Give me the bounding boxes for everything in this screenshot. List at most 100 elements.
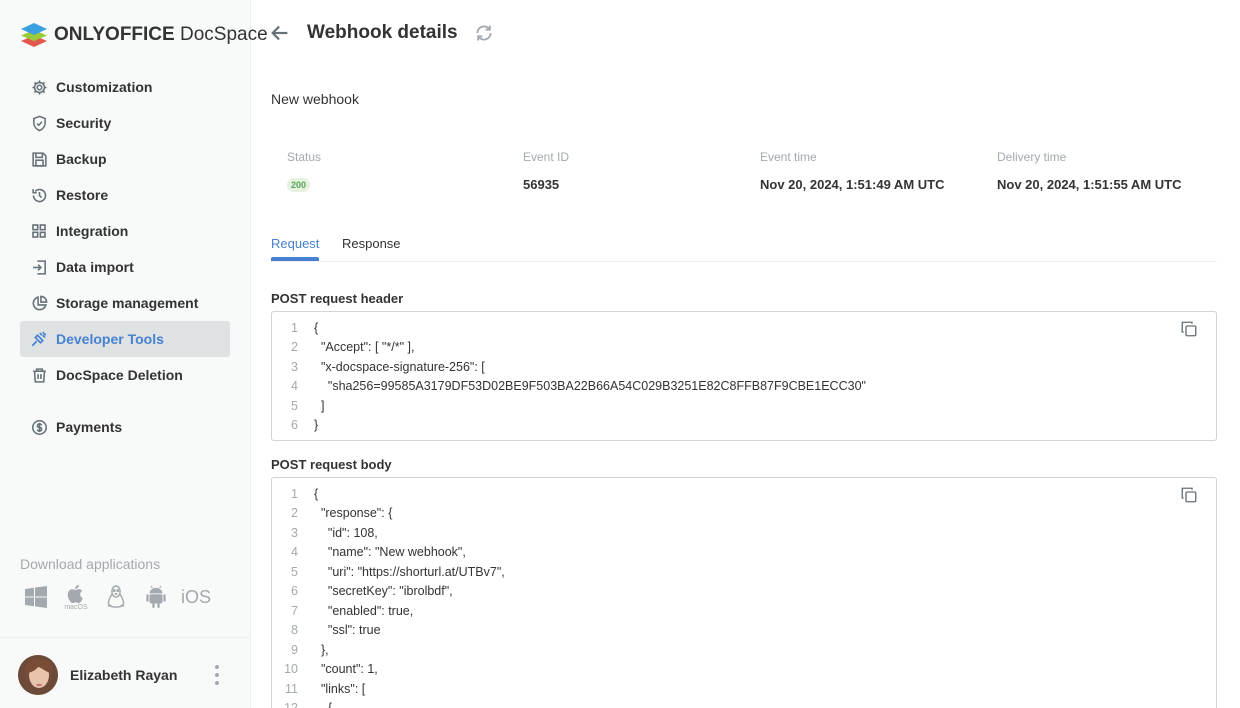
sidebar-item-label: Developer Tools bbox=[56, 331, 164, 347]
profile-name: Elizabeth Rayan bbox=[70, 667, 178, 683]
code-line: 1{ bbox=[272, 318, 1216, 338]
line-content: "uri": "https://shorturl.at/UTBv7", bbox=[314, 564, 505, 579]
line-number: 6 bbox=[291, 418, 298, 433]
code-line: 8 "ssl": true bbox=[272, 621, 1216, 641]
event-time-value: Nov 20, 2024, 1:51:49 AM UTC bbox=[760, 177, 945, 192]
line-number: 5 bbox=[291, 564, 298, 579]
code-line: 5 "uri": "https://shorturl.at/UTBv7", bbox=[272, 562, 1216, 582]
line-content: { bbox=[314, 320, 319, 335]
sidebar-item-label: Storage management bbox=[56, 295, 199, 311]
code-line: 2 "Accept": [ "*/*" ], bbox=[272, 338, 1216, 358]
copy-icon[interactable] bbox=[1180, 486, 1198, 504]
status-column: Status 200 bbox=[287, 150, 321, 193]
sidebar-nav: Customization Security Backup Restore In… bbox=[20, 69, 230, 445]
restore-icon bbox=[30, 186, 48, 204]
sidebar-item-label: Payments bbox=[56, 419, 123, 435]
brand-name: ONLYOFFICE DocSpace bbox=[54, 24, 268, 45]
event-id-value: 56935 bbox=[523, 177, 560, 192]
download-apps-title: Download applications bbox=[20, 556, 161, 572]
line-number: 2 bbox=[291, 506, 298, 521]
line-content: "Accept": [ "*/*" ], bbox=[314, 340, 415, 355]
shield-icon bbox=[30, 114, 48, 132]
event-id-label: Event ID bbox=[523, 150, 570, 164]
logo[interactable]: ONLYOFFICE DocSpace bbox=[20, 22, 268, 48]
developer-tools-icon bbox=[30, 330, 48, 348]
delivery-time-column: Delivery time Nov 20, 2024, 1:51:55 AM U… bbox=[997, 150, 1181, 192]
line-number: 5 bbox=[291, 398, 298, 413]
ios-icon[interactable]: iOS bbox=[181, 582, 212, 612]
main-content: Webhook details New webhook Status 200 E… bbox=[251, 0, 1240, 708]
tab-request[interactable]: Request bbox=[271, 236, 320, 261]
code-line: 6 "secretKey": "ibrolbdf", bbox=[272, 582, 1216, 602]
sidebar-item-integration[interactable]: Integration bbox=[20, 213, 230, 249]
request-body-title: POST request body bbox=[271, 457, 392, 472]
line-content: "enabled": true, bbox=[314, 603, 414, 618]
avatar[interactable] bbox=[18, 655, 58, 695]
line-number: 3 bbox=[291, 525, 298, 540]
line-content: "sha256=99585A3179DF53D02BE9F503BA22B66A… bbox=[314, 379, 866, 394]
code-line: 11 "links": [ bbox=[272, 679, 1216, 699]
event-id-column: Event ID 56935 bbox=[523, 150, 569, 192]
line-content: "x-docspace-signature-256": [ bbox=[314, 359, 485, 374]
more-options-icon[interactable] bbox=[210, 665, 224, 685]
line-number: 3 bbox=[291, 359, 298, 374]
line-content: "links": [ bbox=[314, 681, 366, 696]
line-content: }, bbox=[314, 642, 329, 657]
line-number: 1 bbox=[291, 486, 298, 501]
code-line: 3 "x-docspace-signature-256": [ bbox=[272, 357, 1216, 377]
delivery-time-value: Nov 20, 2024, 1:51:55 AM UTC bbox=[997, 177, 1182, 192]
status-badge: 200 bbox=[287, 178, 311, 192]
sidebar-item-label: Security bbox=[56, 115, 112, 131]
download-apps: macOS iOS bbox=[22, 582, 222, 612]
linux-icon[interactable] bbox=[102, 582, 130, 612]
line-number: 4 bbox=[291, 545, 298, 560]
line-content: "response": { bbox=[314, 506, 393, 521]
sidebar-item-payments[interactable]: Payments bbox=[20, 409, 230, 445]
sidebar-item-backup[interactable]: Backup bbox=[20, 141, 230, 177]
page-header: Webhook details bbox=[269, 22, 494, 44]
webhook-name: New webhook bbox=[271, 91, 359, 107]
code-line: 7 "enabled": true, bbox=[272, 601, 1216, 621]
line-number: 12 bbox=[272, 701, 298, 708]
sidebar-item-restore[interactable]: Restore bbox=[20, 177, 230, 213]
request-header-title: POST request header bbox=[271, 291, 404, 306]
copy-icon[interactable] bbox=[1180, 320, 1198, 338]
line-content: "ssl": true bbox=[314, 623, 381, 638]
sidebar-item-security[interactable]: Security bbox=[20, 105, 230, 141]
android-icon[interactable] bbox=[142, 582, 170, 612]
sidebar-item-label: Restore bbox=[56, 187, 109, 203]
sidebar-item-docspace-deletion[interactable]: DocSpace Deletion bbox=[20, 357, 230, 393]
pie-chart-icon bbox=[30, 294, 48, 312]
sidebar-item-developer-tools[interactable]: Developer Tools bbox=[20, 321, 230, 357]
line-number: 8 bbox=[291, 623, 298, 638]
line-content: { bbox=[314, 701, 332, 708]
macos-icon[interactable]: macOS bbox=[62, 582, 90, 612]
refresh-icon[interactable] bbox=[474, 23, 494, 43]
back-arrow-icon[interactable] bbox=[269, 22, 291, 44]
sidebar-item-label: Integration bbox=[56, 223, 129, 239]
request-header-code[interactable]: 1{2 "Accept": [ "*/*" ], 3 "x-docspace-si… bbox=[271, 311, 1217, 441]
delivery-time-label: Delivery time bbox=[997, 150, 1067, 164]
event-time-column: Event time Nov 20, 2024, 1:51:49 AM UTC bbox=[760, 150, 944, 192]
sidebar: ONLYOFFICE DocSpace Customization Securi… bbox=[0, 0, 268, 708]
grid-icon bbox=[30, 222, 48, 240]
sidebar-item-storage-management[interactable]: Storage management bbox=[20, 285, 230, 321]
code-line: 12 { bbox=[272, 699, 1216, 708]
dollar-icon bbox=[30, 418, 48, 436]
request-body-code[interactable]: 1{2 "response": {3 "id": 108, 4 "name": "… bbox=[271, 477, 1217, 708]
tab-response[interactable]: Response bbox=[342, 236, 401, 259]
sidebar-item-data-import[interactable]: Data import bbox=[20, 249, 230, 285]
line-number: 4 bbox=[291, 379, 298, 394]
code-line: 1{ bbox=[272, 484, 1216, 504]
sidebar-item-customization[interactable]: Customization bbox=[20, 69, 230, 105]
line-number: 11 bbox=[285, 681, 298, 696]
tabs: Request Response bbox=[271, 236, 1217, 262]
windows-icon[interactable] bbox=[22, 582, 50, 612]
line-content: "secretKey": "ibrolbdf", bbox=[314, 584, 453, 599]
ios-label: iOS bbox=[181, 586, 212, 607]
code-line: 4 "name": "New webhook", bbox=[272, 543, 1216, 563]
line-number: 6 bbox=[291, 584, 298, 599]
line-content: "count": 1, bbox=[314, 662, 378, 677]
macos-label: macOS bbox=[64, 603, 88, 611]
line-content: ] bbox=[314, 398, 325, 413]
